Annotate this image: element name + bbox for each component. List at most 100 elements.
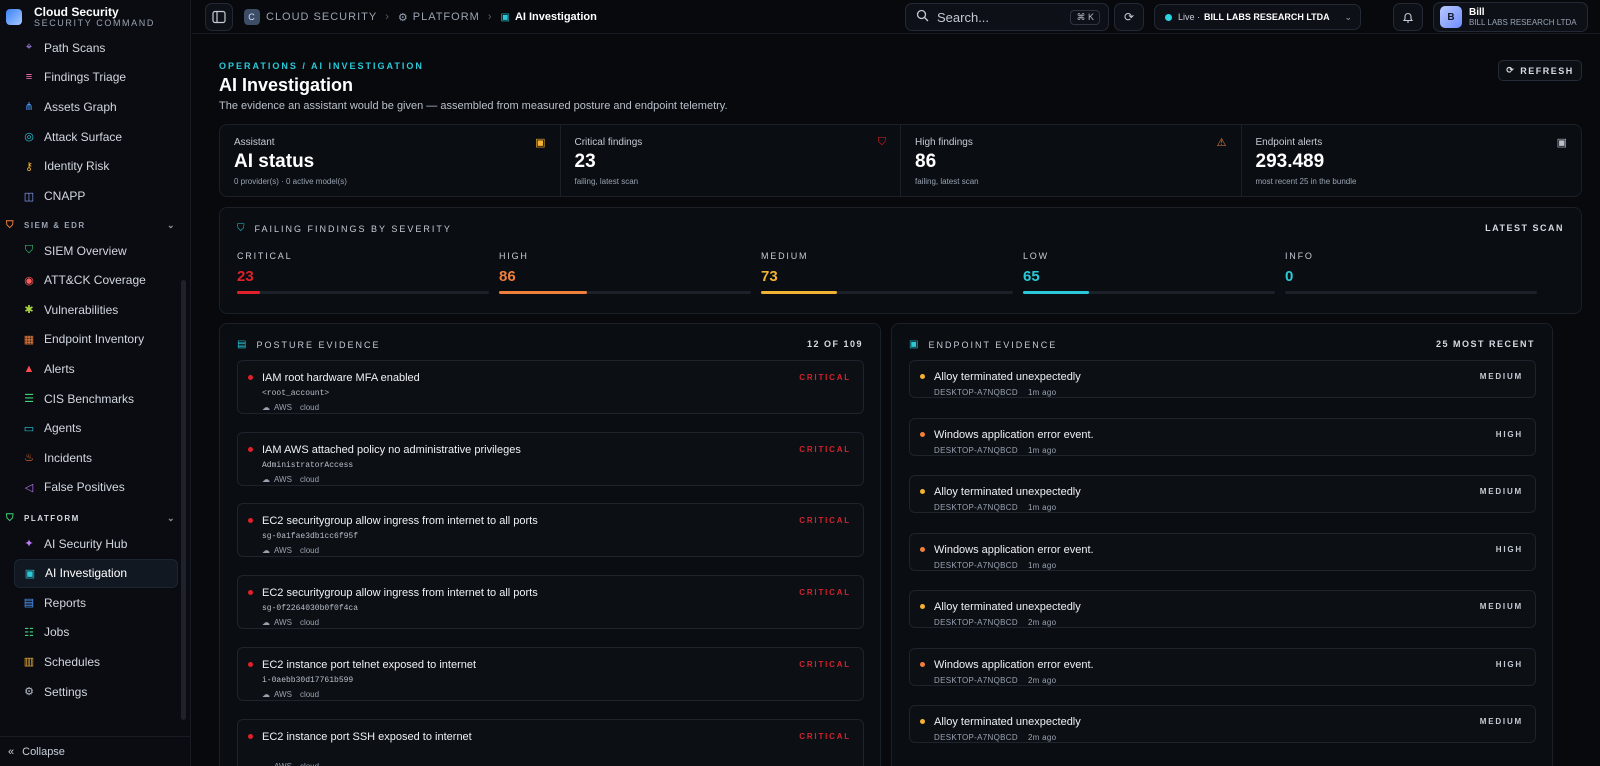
sidebar-item-alerts[interactable]: ▲ Alerts xyxy=(14,354,178,383)
sparkle-icon: ✦ xyxy=(24,538,34,550)
endpoint-alert-card[interactable]: Alloy terminated unexpectedly DESKTOP-A7N… xyxy=(909,360,1536,398)
key-icon: ⚷ xyxy=(24,160,34,173)
sidebar-item-schedules[interactable]: ▥ Schedules xyxy=(14,647,178,676)
posture-finding-card[interactable]: IAM root hardware MFA enabled <root_accou… xyxy=(237,360,864,414)
sidebar-item-vulnerabilities[interactable]: ✱ Vulnerabilities xyxy=(14,295,178,324)
alert-meta: DESKTOP-A7NQBCD 2m ago xyxy=(934,733,1056,742)
severity-dot-icon xyxy=(920,719,925,724)
cloud-icon: ☁ xyxy=(262,761,270,766)
stat-subtext: 0 provider(s) · 0 active model(s) xyxy=(234,177,347,186)
finding-title: EC2 securitygroup allow ingress from int… xyxy=(262,587,538,600)
notifications-button[interactable] xyxy=(1393,3,1423,31)
alert-time: 2m ago xyxy=(1027,618,1057,627)
sidebar-item-incidents[interactable]: ♨ Incidents xyxy=(14,443,178,472)
sidebar-item-settings[interactable]: ⚙ Settings xyxy=(14,677,178,706)
sidebar-item-path-scans[interactable]: ⌖ Path Scans xyxy=(14,34,178,62)
globe-icon: ◎ xyxy=(24,131,34,144)
finding-meta: ☁ AWS cloud xyxy=(262,403,323,412)
sidebar-item-agents[interactable]: ▭ Agents xyxy=(14,414,178,443)
stat-label: Endpoint alerts xyxy=(1255,137,1323,148)
endpoint-alert-card[interactable]: Windows application error event. DESKTOP-… xyxy=(909,417,1536,456)
list-check-icon: ☰ xyxy=(24,393,34,405)
gear-icon: ⚙ xyxy=(397,11,409,24)
sidebar: Cloud Security SECURITY COMMAND ⌖ Path Sc… xyxy=(0,0,191,766)
endpoint-alert-card[interactable]: Alloy terminated unexpectedly DESKTOP-A7N… xyxy=(909,475,1536,513)
crumb-cloud-security[interactable]: CLOUD SECURITY xyxy=(266,11,377,23)
endpoint-alert-card[interactable]: Windows application error event. DESKTOP-… xyxy=(909,532,1536,571)
posture-finding-card[interactable]: IAM AWS attached policy no administrativ… xyxy=(237,431,864,486)
sidebar-item-label: Findings Triage xyxy=(44,70,127,85)
sidebar-item-identity-risk[interactable]: ⚷ Identity Risk xyxy=(14,152,178,181)
stat-label: Assistant xyxy=(234,137,275,148)
cloud-icon: ☁ xyxy=(262,546,270,556)
target-icon: ◉ xyxy=(24,274,34,287)
alert-time: 2m ago xyxy=(1027,675,1057,685)
box-icon: ▦ xyxy=(23,333,35,346)
section-label: PLATFORM xyxy=(24,513,80,523)
sidebar-item-cnapp[interactable]: ◫ CNAPP xyxy=(14,182,178,211)
sidebar-item-findings-triage[interactable]: ≡ Findings Triage xyxy=(14,63,178,92)
alert-meta: DESKTOP-A7NQBCD 1m ago xyxy=(934,561,1056,570)
alert-title: Windows application error event. xyxy=(934,543,1094,556)
alert-meta: DESKTOP-A7NQBCD 1m ago xyxy=(934,503,1056,512)
alert-title: Windows application error event. xyxy=(934,658,1094,671)
posture-finding-card[interactable]: EC2 instance port SSH exposed to interne… xyxy=(237,718,864,766)
severity-dot-icon xyxy=(920,489,925,494)
sidebar-scrollbar[interactable] xyxy=(181,280,186,720)
stat-cards: Assistant AI status 0 provider(s) · 0 acti… xyxy=(219,124,1582,197)
page-title: AI Investigation xyxy=(219,75,354,95)
severity-dot-icon xyxy=(248,661,253,667)
sidebar-section-platform[interactable]: ⛉ PLATFORM ⌄ xyxy=(6,511,176,525)
severity-label: MEDIUM xyxy=(761,251,809,261)
jobs-icon: ☷ xyxy=(24,626,34,639)
org-name: BILL LABS RESEARCH LTDA xyxy=(1204,12,1330,22)
severity-label: INFO xyxy=(1285,251,1314,261)
sync-button[interactable]: ⟳ xyxy=(1114,3,1144,31)
posture-evidence-panel: ▤ POSTURE EVIDENCE 12 OF 109 IAM root ha… xyxy=(219,323,881,766)
endpoint-alert-card[interactable]: Alloy terminated unexpectedly DESKTOP-A7N… xyxy=(909,705,1536,743)
finding-title: EC2 instance port telnet exposed to inte… xyxy=(262,658,477,671)
finding-resource: <root_account> xyxy=(262,389,330,398)
severity-critical: CRITICAL 23 xyxy=(237,251,489,294)
user-menu[interactable]: B Bill BILL LABS RESEARCH LTDA xyxy=(1433,2,1588,32)
severity-dot-icon xyxy=(248,590,253,596)
search-input[interactable]: Search... ⌘ K xyxy=(905,3,1109,31)
sidebar-item-ai-security-hub[interactable]: ✦ AI Security Hub xyxy=(14,529,178,558)
brand[interactable]: Cloud Security SECURITY COMMAND xyxy=(0,0,191,34)
refresh-button[interactable]: ⟳ REFRESH xyxy=(1498,60,1582,81)
endpoint-alert-card[interactable]: Windows application error event. DESKTOP-… xyxy=(909,647,1536,686)
sidebar-item-attack-surface[interactable]: ◎ Attack Surface xyxy=(14,122,178,151)
posture-finding-card[interactable]: EC2 securitygroup allow ingress from int… xyxy=(237,503,864,558)
gear-icon: ⚙ xyxy=(24,686,34,698)
sidebar-section-siem[interactable]: ⛉ SIEM & EDR ⌄ xyxy=(6,218,176,232)
severity-low: LOW 65 xyxy=(1023,251,1275,294)
posture-finding-card[interactable]: EC2 instance port telnet exposed to inte… xyxy=(237,646,864,701)
collapse-label: Collapse xyxy=(22,745,65,758)
endpoint-alert-card[interactable]: Alloy terminated unexpectedly DESKTOP-A7N… xyxy=(909,590,1536,628)
sidebar-toggle-button[interactable] xyxy=(205,3,233,31)
chevron-right-icon: › xyxy=(385,11,390,23)
sidebar-item-label: Reports xyxy=(44,595,87,610)
sidebar-item-false-positives[interactable]: ◁ False Positives xyxy=(14,473,178,502)
user-org: BILL LABS RESEARCH LTDA xyxy=(1469,17,1577,27)
alert-title: Alloy terminated unexpectedly xyxy=(934,716,1081,728)
severity-bar-fill xyxy=(237,291,260,294)
sidebar-item-reports[interactable]: ▤ Reports xyxy=(14,588,178,617)
posture-finding-card[interactable]: EC2 securitygroup allow ingress from int… xyxy=(237,575,864,630)
sidebar-item-att-ck-coverage[interactable]: ◉ ATT&CK Coverage xyxy=(14,266,178,295)
sidebar-item-ai-investigation[interactable]: ▣ AI Investigation xyxy=(14,558,178,588)
sidebar-item-endpoint-inventory[interactable]: ▦ Endpoint Inventory xyxy=(14,325,178,354)
sidebar-item-jobs[interactable]: ☷ Jobs xyxy=(14,618,178,647)
alert-host: DESKTOP-A7NQBCD xyxy=(934,445,1018,455)
crumb-platform[interactable]: PLATFORM xyxy=(413,11,480,23)
sidebar-item-label: Incidents xyxy=(44,450,93,465)
stat-label: High findings xyxy=(915,137,973,148)
severity-bar xyxy=(237,291,489,294)
search-icon xyxy=(916,9,929,25)
sidebar-item-cis-benchmarks[interactable]: ☰ CIS Benchmarks xyxy=(14,384,178,413)
sidebar-item-siem-overview[interactable]: ⛉ SIEM Overview xyxy=(14,236,178,265)
severity-title-text: FAILING FINDINGS BY SEVERITY xyxy=(254,223,452,234)
sidebar-item-assets-graph[interactable]: ⋔ Assets Graph xyxy=(14,92,178,121)
org-selector[interactable]: Live · BILL LABS RESEARCH LTDA ⌄ xyxy=(1154,4,1361,30)
collapse-button[interactable]: « Collapse xyxy=(0,736,191,766)
